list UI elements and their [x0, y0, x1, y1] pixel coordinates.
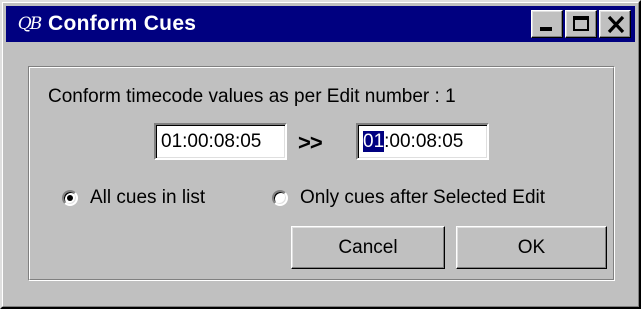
window-title: Conform Cues	[48, 12, 197, 35]
option-after-selected-edit[interactable]: Only cues after Selected Edit	[272, 187, 545, 209]
all-cues-radio[interactable]	[62, 190, 78, 206]
option-all-cues[interactable]: All cues in list	[62, 187, 205, 209]
close-button[interactable]	[599, 10, 631, 38]
minimize-icon	[540, 27, 552, 31]
maximize-icon	[573, 16, 589, 31]
window-controls	[531, 10, 631, 38]
conform-arrow: >>	[298, 130, 323, 155]
from-timecode-field[interactable]: 01:00:08:05	[154, 123, 287, 160]
minimize-button[interactable]	[531, 10, 563, 38]
timecode-rest: :00:08:05	[384, 131, 464, 152]
timecode-selection: 01	[363, 131, 385, 152]
close-icon	[607, 15, 625, 34]
after-selected-edit-label: Only cues after Selected Edit	[300, 187, 546, 208]
after-selected-edit-radio[interactable]	[272, 190, 288, 206]
to-timecode-field[interactable]: 01:00:08:05	[356, 123, 489, 160]
title-bar[interactable]: QB Conform Cues	[6, 6, 635, 42]
cancel-button[interactable]: Cancel	[291, 226, 445, 269]
maximize-button[interactable]	[565, 10, 597, 38]
conform-prompt: Conform timecode values as per Edit numb…	[48, 86, 456, 107]
conform-cues-dialog: QB Conform Cues Conform timecode values …	[0, 0, 641, 309]
app-icon: QB	[17, 14, 42, 34]
ok-button[interactable]: OK	[456, 226, 607, 269]
all-cues-label: All cues in list	[90, 187, 206, 208]
